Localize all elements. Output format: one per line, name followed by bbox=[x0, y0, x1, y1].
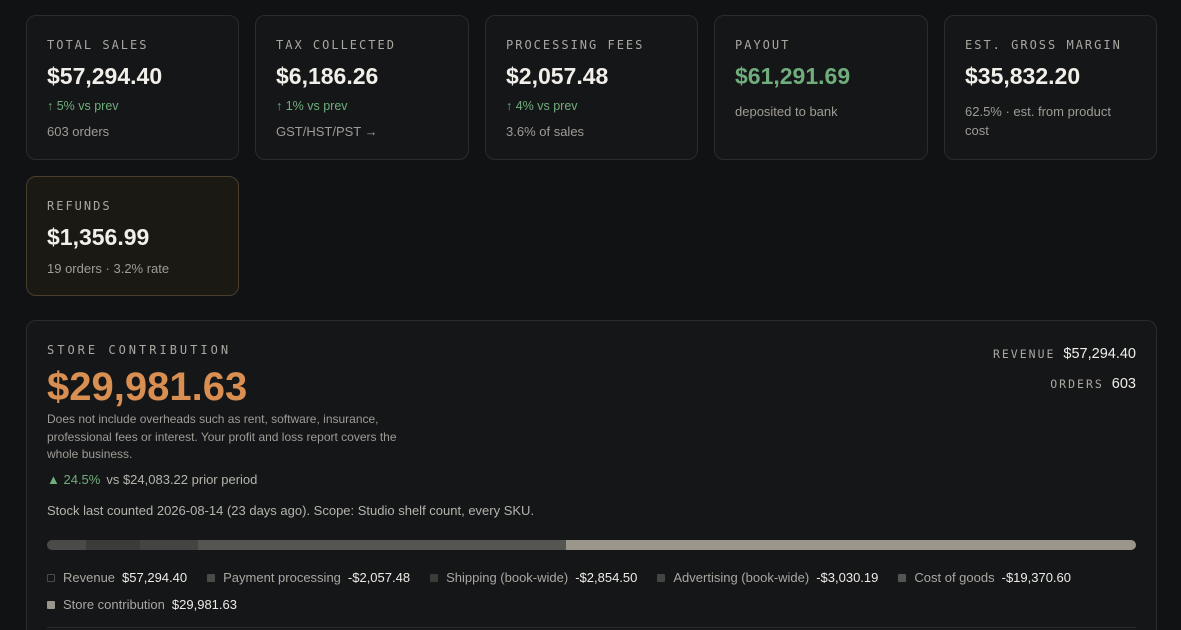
card-label: PAYOUT bbox=[735, 38, 791, 52]
orders-value: 603 bbox=[1111, 376, 1136, 392]
divider bbox=[47, 627, 1136, 628]
change-percent: ▲ 24.5% bbox=[47, 472, 101, 487]
card-label: TOTAL SALES bbox=[47, 38, 149, 52]
swatch-icon bbox=[898, 573, 907, 582]
card-value: $6,186.26 bbox=[276, 63, 379, 89]
card-delta: ↑ 1% vs prev bbox=[276, 99, 348, 113]
legend-item-contribution: Store contribution $29,981.63 bbox=[47, 597, 237, 612]
legend-item-cogs: Cost of goods -$19,370.60 bbox=[898, 570, 1071, 585]
card-sub: 3.6% of sales bbox=[506, 124, 585, 139]
store-contribution-panel: STORE CONTRIBUTION $29,981.63 Does not i… bbox=[26, 320, 1157, 630]
card-value: $2,057.48 bbox=[506, 63, 609, 89]
card-value: $1,356.99 bbox=[47, 224, 150, 250]
card-sub: deposited to bank bbox=[735, 104, 838, 119]
payout-card: PAYOUT $61,291.69 deposited to bank bbox=[714, 15, 928, 160]
card-value: $57,294.40 bbox=[47, 63, 163, 89]
swatch-icon bbox=[430, 573, 439, 582]
card-sub: 603 orders bbox=[47, 124, 110, 139]
swatch-icon bbox=[207, 573, 216, 582]
swatch-icon bbox=[47, 600, 55, 609]
card-delta: ↑ 4% vs prev bbox=[506, 99, 578, 113]
contribution-value: $29,981.63 bbox=[47, 365, 248, 409]
card-sub: 19 orders · 3.2% rate bbox=[47, 261, 170, 276]
tax-collected-card: TAX COLLECTED $6,186.26 ↑ 1% vs prev GST… bbox=[255, 15, 469, 160]
change-text: vs $24,083.22 prior period bbox=[106, 472, 258, 487]
card-label: REFUNDS bbox=[47, 199, 112, 213]
swatch-icon bbox=[657, 573, 666, 582]
processing-fees-card: PROCESSING FEES $2,057.48 ↑ 4% vs prev 3… bbox=[485, 15, 698, 160]
breakdown-legend: Revenue $57,294.40 Payment processing -$… bbox=[47, 564, 1136, 618]
revenue-label: REVENUE bbox=[992, 347, 1056, 361]
gross-margin-card: EST. GROSS MARGIN $35,832.20 62.5% · est… bbox=[944, 15, 1157, 160]
stock-note: Stock last counted 2026-08-14 (23 days a… bbox=[47, 503, 535, 518]
legend-item-shipping: Shipping (book-wide) -$2,854.50 bbox=[430, 570, 637, 585]
refunds-card: REFUNDS $1,356.99 19 orders · 3.2% rate bbox=[26, 176, 239, 296]
card-label: TAX COLLECTED bbox=[276, 38, 396, 52]
legend-item-payment: Payment processing -$2,057.48 bbox=[207, 570, 410, 585]
card-value: $61,291.69 bbox=[735, 63, 851, 89]
contribution-label: STORE CONTRIBUTION bbox=[47, 343, 232, 357]
tax-breakdown-link[interactable]: GST/HST/PST → bbox=[276, 122, 448, 141]
bar-segment-shipping bbox=[86, 540, 141, 550]
legend-item-revenue: Revenue $57,294.40 bbox=[47, 570, 187, 585]
bar-segment-advertising bbox=[140, 540, 198, 550]
legend-item-advertising: Advertising (book-wide) -$3,030.19 bbox=[657, 570, 878, 585]
card-delta: ↑ 5% vs prev bbox=[47, 99, 119, 113]
contribution-breakdown-bar bbox=[47, 540, 1136, 550]
card-value: $35,832.20 bbox=[965, 63, 1081, 89]
card-sub: 62.5% · est. from product cost bbox=[965, 104, 1111, 138]
revenue-value: $57,294.40 bbox=[1063, 346, 1136, 362]
total-sales-card: TOTAL SALES $57,294.40 ↑ 5% vs prev 603 … bbox=[26, 15, 239, 160]
contribution-note: Does not include overheads such as rent,… bbox=[47, 412, 397, 461]
contribution-change: ▲ 24.5% vs $24,083.22 prior period bbox=[47, 472, 257, 487]
summary-stats: REVENUE $57,294.40 ORDERS 603 bbox=[993, 343, 1136, 403]
orders-label: ORDERS bbox=[1050, 377, 1104, 391]
bar-segment-contribution bbox=[566, 540, 1136, 550]
outline-square-icon bbox=[47, 573, 55, 582]
bar-segment-cogs bbox=[197, 540, 567, 550]
card-label: EST. GROSS MARGIN bbox=[965, 38, 1122, 52]
bar-segment-payment bbox=[47, 540, 87, 550]
card-label: PROCESSING FEES bbox=[506, 38, 645, 52]
